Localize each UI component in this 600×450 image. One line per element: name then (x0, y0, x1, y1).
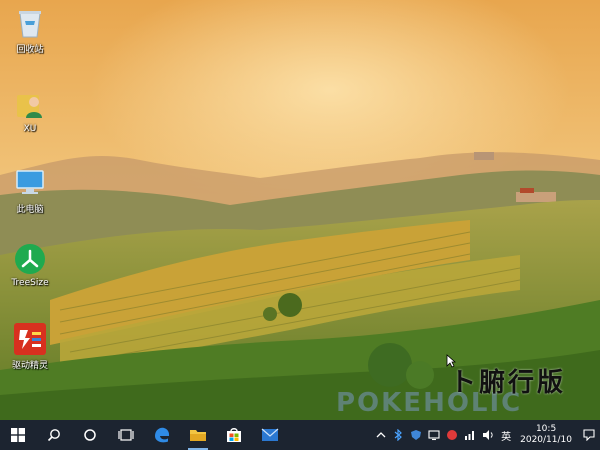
search-icon (47, 429, 60, 442)
task-view-icon (118, 429, 134, 441)
ime-language-indicator[interactable]: 英 (498, 420, 514, 450)
volume-button[interactable] (479, 420, 498, 450)
driver-genius-icon (13, 322, 47, 356)
user-folder-icon (13, 88, 47, 122)
start-button[interactable] (0, 420, 36, 450)
desktop-icon-label: 此电脑 (16, 205, 44, 215)
cortana-circle-icon (84, 429, 96, 441)
notification-icon (583, 429, 595, 441)
show-hidden-icons-button[interactable] (373, 420, 389, 450)
desktop-icon-recycle-bin[interactable]: 回收站 (4, 6, 56, 55)
desktop-icon-label: XU (23, 124, 37, 134)
folder-icon (190, 430, 206, 441)
desktop-icon-treesize[interactable]: TreeSize (4, 242, 56, 288)
desktop-icon-label: 驱动精灵 (11, 361, 48, 371)
tray-app-icon-1[interactable] (389, 420, 407, 450)
tray-app-icon-5[interactable] (461, 420, 479, 450)
cortana-button[interactable] (72, 420, 108, 450)
taskbar-file-explorer-button[interactable] (180, 420, 216, 450)
desktop-icon-label: 回收站 (16, 45, 44, 55)
desktop-icon-driver-genius[interactable]: 驱动精灵 (4, 322, 56, 371)
chevron-up-icon (376, 432, 386, 438)
treesize-icon (13, 242, 47, 276)
mail-icon (261, 428, 279, 441)
windows-logo-icon (11, 428, 25, 442)
taskbar-store-button[interactable] (216, 420, 252, 450)
tray-app-icon-4[interactable] (443, 420, 461, 450)
taskbar-edge-button[interactable] (144, 420, 180, 450)
desktop-wallpaper (0, 0, 600, 420)
watermark-text: ト腑行版 (450, 368, 567, 398)
computer-icon (13, 166, 47, 200)
desktop-icon-this-pc[interactable]: 此电脑 (4, 166, 56, 215)
tray-app-icon-2[interactable] (407, 420, 425, 450)
edge-browser-icon (155, 427, 170, 443)
network-icon (465, 431, 475, 440)
shield-icon (411, 430, 422, 440)
app-circle-icon (447, 430, 458, 440)
speaker-icon (483, 430, 493, 440)
task-view-button[interactable] (108, 420, 144, 450)
clock-time: 10:5 (535, 424, 557, 434)
tray-app-icon-3[interactable] (425, 420, 443, 450)
desktop[interactable]: 回收站 XU 此电脑 TreeSize 驱动精灵 POKEHOLIC ト腑行版 (0, 0, 600, 420)
clock[interactable]: 10:5 2020/11/10 (514, 424, 578, 446)
desktop-icon-label: TreeSize (11, 278, 49, 288)
clock-date: 2020/11/10 (520, 435, 572, 445)
search-button[interactable] (36, 420, 72, 450)
system-tray: 英 10:5 2020/11/10 (373, 420, 600, 450)
action-center-button[interactable] (578, 420, 600, 450)
store-icon (227, 428, 241, 442)
bluetooth-icon (394, 429, 403, 441)
taskbar-mail-button[interactable] (252, 420, 288, 450)
desktop-icon-user-folder[interactable]: XU (4, 88, 56, 134)
display-icon (428, 430, 440, 441)
recycle-bin-icon (13, 6, 47, 40)
taskbar: 英 10:5 2020/11/10 (0, 420, 600, 450)
